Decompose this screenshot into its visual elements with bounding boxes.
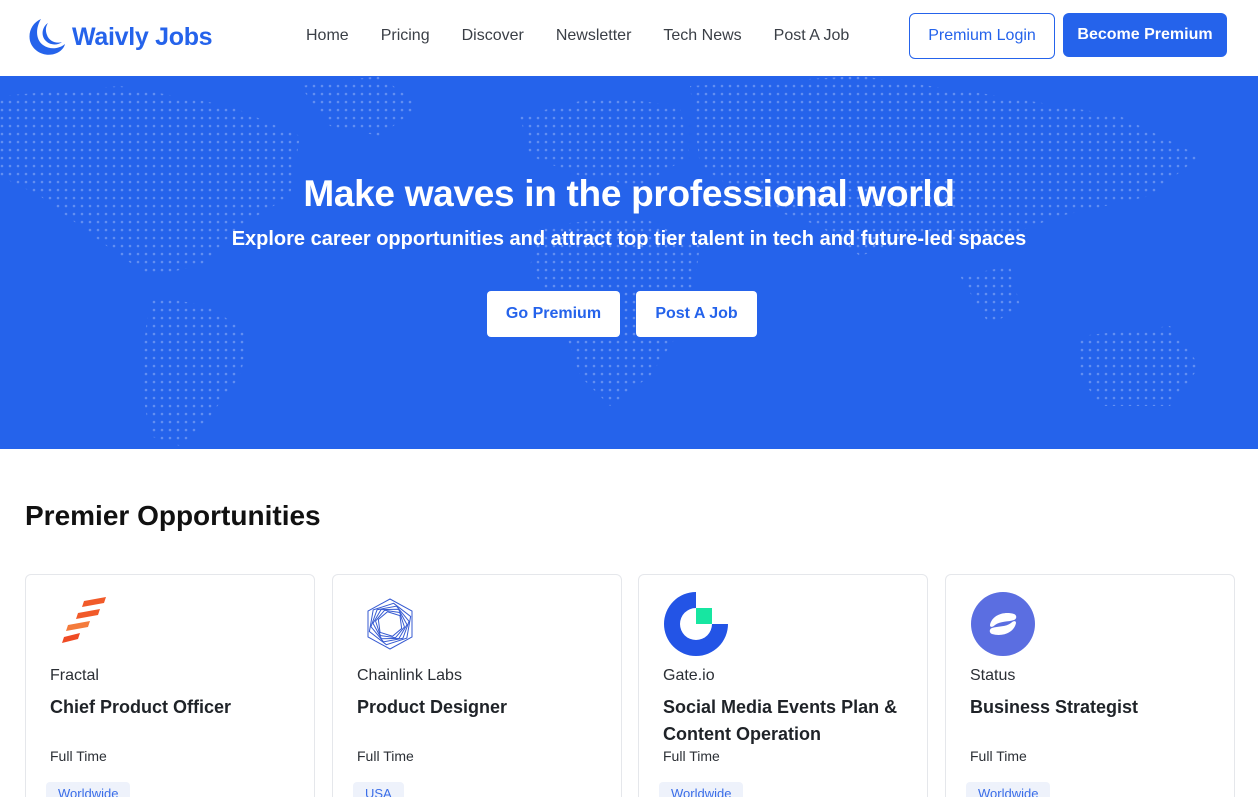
- job-card[interactable]: Status Business Strategist Full Time Wor…: [945, 574, 1235, 797]
- main-nav: Home Pricing Discover Newsletter Tech Ne…: [290, 24, 865, 48]
- company-logo: [970, 591, 1036, 657]
- job-type: Full Time: [663, 748, 720, 764]
- hero-title: Make waves in the professional world: [303, 173, 955, 214]
- brand-logo[interactable]: Waivly Jobs: [28, 16, 213, 58]
- company-logo: [663, 591, 729, 657]
- nav-discover[interactable]: Discover: [446, 24, 540, 48]
- hero-banner: Make waves in the professional world Exp…: [0, 76, 1258, 449]
- fractal-logo-icon: [62, 597, 106, 643]
- wave-logo-icon: [29, 19, 65, 55]
- location-tag: Worldwide: [966, 782, 1051, 797]
- hero-subtitle: Explore career opportunities and attract…: [231, 228, 1027, 250]
- company-name: Gate.io: [663, 667, 715, 684]
- go-premium-button[interactable]: Go Premium: [487, 291, 620, 337]
- location-tag: USA: [353, 782, 404, 797]
- job-card[interactable]: Gate.io Social Media Events Plan & Conte…: [638, 574, 928, 797]
- nav-home[interactable]: Home: [290, 24, 365, 48]
- job-type: Full Time: [50, 748, 107, 764]
- nav-post-a-job[interactable]: Post A Job: [758, 24, 866, 48]
- job-type: Full Time: [970, 748, 1027, 764]
- post-a-job-button[interactable]: Post A Job: [636, 291, 757, 337]
- gateio-logo-icon: [664, 592, 728, 656]
- site-header: Waivly Jobs Home Pricing Discover Newsle…: [0, 0, 1258, 76]
- company-logo: [357, 591, 423, 657]
- job-title[interactable]: Business Strategist: [970, 694, 1220, 721]
- company-name: Fractal: [50, 667, 99, 684]
- location-tag: Worldwide: [46, 782, 131, 797]
- company-name: Status: [970, 667, 1016, 684]
- job-type: Full Time: [357, 748, 414, 764]
- company-name: Chainlink Labs: [357, 667, 462, 684]
- nav-pricing[interactable]: Pricing: [365, 24, 446, 48]
- job-card[interactable]: Fractal Chief Product Officer Full Time …: [25, 574, 315, 797]
- nav-tech-news[interactable]: Tech News: [647, 24, 757, 48]
- job-title[interactable]: Product Designer: [357, 694, 607, 721]
- brand-name: Waivly Jobs: [72, 22, 213, 51]
- job-title[interactable]: Social Media Events Plan & Content Opera…: [663, 694, 913, 748]
- become-premium-button[interactable]: Become Premium: [1063, 13, 1227, 57]
- premium-login-button[interactable]: Premium Login: [909, 13, 1055, 59]
- job-card[interactable]: Chainlink Labs Product Designer Full Tim…: [332, 574, 622, 797]
- nav-newsletter[interactable]: Newsletter: [540, 24, 648, 48]
- chainlink-logo-icon: [367, 598, 413, 650]
- location-tag: Worldwide: [659, 782, 744, 797]
- job-title[interactable]: Chief Product Officer: [50, 694, 300, 721]
- section-title: Premier Opportunities: [25, 500, 321, 531]
- status-logo-icon: [971, 592, 1035, 656]
- world-map-dots-background: [0, 76, 1200, 446]
- company-logo: [50, 591, 116, 657]
